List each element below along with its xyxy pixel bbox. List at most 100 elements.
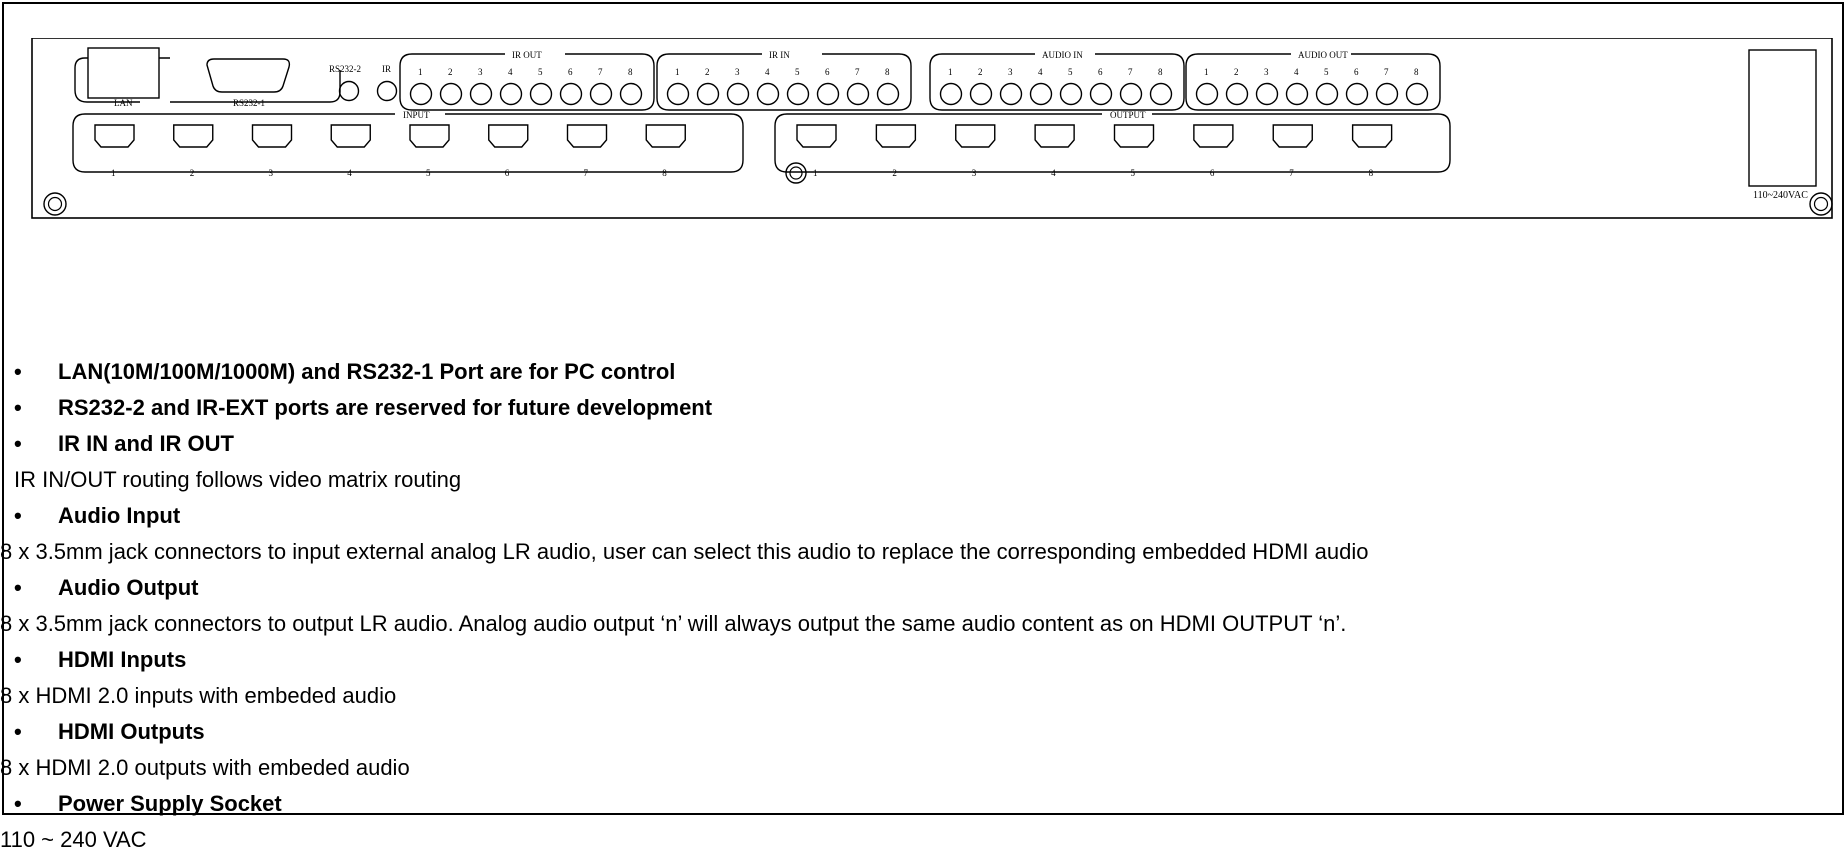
audio-in-number-1: 1 — [948, 67, 953, 77]
hdmi-input-port-3 — [251, 124, 293, 148]
ir-in-group: IR IN 1 2 3 4 5 6 7 8 — [656, 50, 912, 111]
note-title: Audio Input — [58, 503, 181, 528]
ir-out-jack-5 — [529, 82, 553, 106]
note-title: Power Supply Socket — [58, 791, 282, 816]
hdmi-input-group: INPUT 1 2 3 4 5 6 7 8 — [72, 110, 744, 178]
mounting-hole-left — [43, 192, 67, 216]
hdmi-input-number-7: 7 — [584, 168, 589, 178]
note-description: IR IN/OUT routing follows video matrix r… — [14, 467, 462, 492]
hdmi-output-port-4 — [1034, 124, 1075, 148]
audio-out-jack-5 — [1315, 82, 1339, 106]
ir-out-number-6: 6 — [568, 67, 573, 77]
audio-out-number-5: 5 — [1324, 67, 1329, 77]
ir-out-number-8: 8 — [628, 67, 633, 77]
ir-in-jack-4 — [756, 82, 780, 106]
note-title: LAN(10M/100M/1000M) and RS232-1 Port are… — [58, 359, 676, 384]
audio-out-jack-4 — [1285, 82, 1309, 106]
bullet-dot: • — [14, 359, 22, 384]
audio-in-jack-6 — [1089, 82, 1113, 106]
audio-out-number-6: 6 — [1354, 67, 1359, 77]
hdmi-input-number-8: 8 — [662, 168, 667, 178]
power-socket — [1748, 49, 1817, 187]
hdmi-output-number-4: 4 — [1051, 168, 1056, 178]
ir-in-label: IR IN — [769, 50, 790, 60]
audio-out-jack-6 — [1345, 82, 1369, 106]
ir-in-number-3: 3 — [735, 67, 740, 77]
note-item: • Audio Input — [0, 498, 1848, 534]
ir-in-jack-7 — [846, 82, 870, 106]
ir-out-jack-8 — [619, 82, 643, 106]
hdmi-output-number-7: 7 — [1289, 168, 1294, 178]
audio-in-number-3: 3 — [1008, 67, 1013, 77]
mounting-hole-right — [1809, 192, 1833, 216]
note-description: 110 ~ 240 VAC — [0, 827, 147, 852]
note-title: Audio Output — [58, 575, 199, 600]
audio-in-jack-3 — [999, 82, 1023, 106]
audio-in-label: AUDIO IN — [1042, 50, 1083, 60]
output-mounting-hole — [785, 162, 807, 184]
hdmi-output-number-5: 5 — [1131, 168, 1136, 178]
audio-out-jack-8 — [1405, 82, 1429, 106]
ir-out-jack-6 — [559, 82, 583, 106]
hdmi-output-number-2: 2 — [892, 168, 897, 178]
ir-in-number-5: 5 — [795, 67, 800, 77]
chassis-outline — [31, 38, 1833, 219]
bullet-dot: • — [14, 647, 22, 672]
rear-panel-diagram: LAN RS232-1 RS232-2 IR IR OUT 1 2 3 4 5 6 7 8 IR… — [31, 38, 1833, 219]
hdmi-output-number-1: 1 — [813, 168, 818, 178]
audio-in-group: AUDIO IN 1 2 3 4 5 6 7 8 — [929, 50, 1185, 111]
hdmi-output-port-2 — [875, 124, 917, 148]
hdmi-output-label: OUTPUT — [1110, 110, 1146, 120]
bullet-dot: • — [14, 719, 22, 744]
audio-in-number-5: 5 — [1068, 67, 1073, 77]
lan-label: LAN — [114, 98, 133, 108]
audio-in-jack-2 — [969, 82, 993, 106]
audio-in-number-8: 8 — [1158, 67, 1163, 77]
hdmi-output-number-3: 3 — [972, 168, 977, 178]
audio-out-label: AUDIO OUT — [1298, 50, 1348, 60]
note-item: • HDMI Outputs — [0, 714, 1848, 750]
ir-out-number-3: 3 — [478, 67, 483, 77]
ir-in-jack-2 — [696, 82, 720, 106]
hdmi-output-port-3 — [955, 124, 996, 148]
audio-in-number-6: 6 — [1098, 67, 1103, 77]
lan-port — [87, 47, 160, 99]
audio-out-number-1: 1 — [1204, 67, 1209, 77]
ir-out-number-2: 2 — [448, 67, 453, 77]
bullet-dot: • — [14, 503, 22, 528]
hdmi-input-number-6: 6 — [505, 168, 510, 178]
note-item: • HDMI Inputs — [0, 642, 1848, 678]
feature-notes: • LAN(10M/100M/1000M) and RS232-1 Port ar… — [0, 354, 1848, 858]
ir-out-jack-7 — [589, 82, 613, 106]
ir-out-label: IR OUT — [512, 50, 542, 60]
audio-out-jack-7 — [1375, 82, 1399, 106]
ir-label: IR — [382, 64, 391, 74]
ir-out-number-1: 1 — [418, 67, 423, 77]
note-description: 8 x HDMI 2.0 inputs with embeded audio — [0, 683, 397, 708]
ir-in-jack-3 — [726, 82, 750, 106]
rs232-1-port — [206, 58, 291, 93]
audio-out-number-3: 3 — [1264, 67, 1269, 77]
audio-in-jack-8 — [1149, 82, 1173, 106]
audio-out-number-4: 4 — [1294, 67, 1299, 77]
hdmi-input-number-2: 2 — [190, 168, 195, 178]
hdmi-input-port-4 — [330, 124, 371, 148]
audio-in-jack-7 — [1119, 82, 1143, 106]
rs232-2-port — [338, 80, 360, 102]
hdmi-input-port-6 — [488, 124, 529, 148]
ir-in-jack-1 — [666, 82, 690, 106]
ir-in-jack-6 — [816, 82, 840, 106]
note-item: • Audio Output — [0, 570, 1848, 606]
ir-out-number-4: 4 — [508, 67, 513, 77]
ir-in-number-6: 6 — [825, 67, 830, 77]
note-item: • RS232-2 and IR-EXT ports are reserved f… — [0, 390, 1848, 426]
ir-in-number-4: 4 — [765, 67, 770, 77]
note-item: • LAN(10M/100M/1000M) and RS232-1 Port ar… — [0, 354, 1848, 390]
hdmi-input-port-5 — [409, 124, 450, 148]
ir-out-jack-2 — [439, 82, 463, 106]
output-mounting-hole-inner — [789, 166, 803, 180]
hdmi-input-number-5: 5 — [426, 168, 431, 178]
hdmi-input-number-4: 4 — [347, 168, 352, 178]
bullet-dot: • — [14, 575, 22, 600]
ir-in-number-1: 1 — [675, 67, 680, 77]
